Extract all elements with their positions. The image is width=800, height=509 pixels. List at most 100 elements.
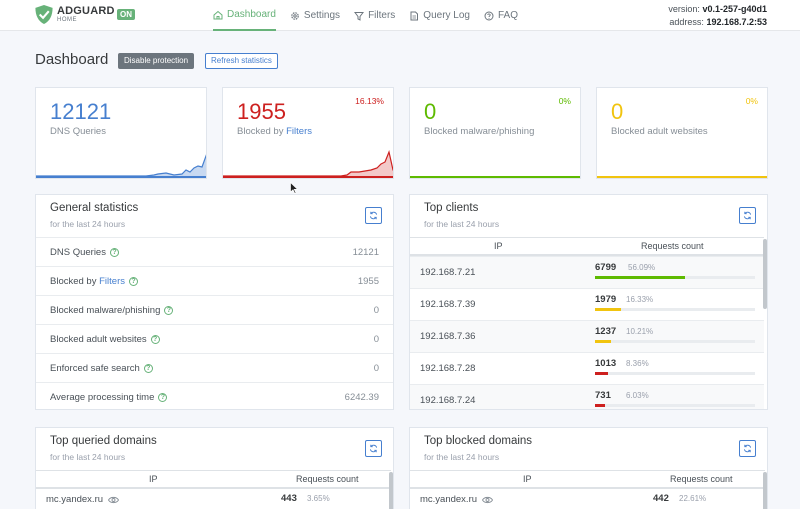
blocked-adult-card-border [597,176,767,178]
client-count: 1013 [595,358,617,369]
client-percent: 16.33% [626,295,654,304]
dns-queries-value: 12121 [50,99,112,124]
blocked-adult-label: Blocked adult websites [611,126,708,137]
disable-protection-button[interactable]: Disable protection [118,53,195,69]
table-row: 192.168.7.28 1013 8.36% [410,352,764,384]
nav-query-log-label: Query Log [423,10,470,21]
general-row-label: Blocked malware/phishing [50,304,161,316]
client-ip: 192.168.7.28 [420,363,476,374]
filter-icon [354,11,365,21]
general-row-value: 12121 [352,246,379,258]
eye-icon[interactable] [108,496,120,504]
refresh-icon [743,444,752,453]
address-value: 192.168.7.2:53 [706,17,767,27]
eye-icon[interactable] [482,496,494,504]
refresh-statistics-button[interactable]: Refresh statistics [205,53,278,69]
domain-text: mc.yandex.ru [46,494,104,505]
queried-refresh-button[interactable] [365,440,382,457]
dns-queries-label: DNS Queries [50,126,106,137]
blocked-malware-card-border [410,176,580,178]
col-ip-header[interactable]: IP [149,474,158,484]
domain-percent: 3.65% [307,494,330,503]
version-info: version: v0.1-257-g40d1 address: 192.168… [668,3,767,29]
dns-queries-sparkline [36,154,206,178]
client-ip: 192.168.7.39 [420,299,476,310]
general-row-label: Blocked by [50,275,97,287]
client-count: 6799 [595,262,617,273]
help-icon[interactable]: ? [109,247,119,257]
home-icon [213,10,223,19]
logo-name: ADGUARD [57,5,115,17]
client-progress-bar [595,340,755,343]
top-clients-subtitle: for the last 24 hours [424,219,500,229]
domain-name: mc.yandex.ru [46,494,120,505]
col-requests-header[interactable]: Requests count [641,241,704,251]
general-refresh-button[interactable] [365,207,382,224]
general-row-safe-search: Enforced safe search ? 0 [36,353,393,382]
nav-settings[interactable]: Settings [290,0,340,31]
clients-table-header: IP Requests count [410,237,764,256]
protection-status-badge: ON [117,9,135,20]
nav-query-log[interactable]: Query Log [409,0,470,31]
general-row-blocked-malware: Blocked malware/phishing ? 0 [36,295,393,324]
client-progress-fill [595,276,685,279]
queried-table-header: IP Requests count [36,470,391,489]
blocked-table-header: IP Requests count [410,470,765,489]
table-row: 192.168.7.21 6799 56.09% [410,256,764,288]
client-progress-bar [595,404,755,407]
general-row-value: 1955 [357,275,379,287]
help-icon[interactable]: ? [129,276,138,286]
help-icon[interactable]: ? [143,363,153,373]
blocked-malware-label: Blocked malware/phishing [424,126,535,137]
help-icon[interactable]: ? [158,392,168,402]
top-header: ADGUARD HOME ON Dashboard Settings Filte… [0,0,800,31]
client-progress-fill [595,404,605,407]
queried-scrollbar[interactable] [389,472,393,509]
col-requests-header[interactable]: Requests count [296,474,359,484]
logo-subtitle: HOME [57,17,77,23]
table-row: 192.168.7.39 1979 16.33% [410,288,764,320]
nav-dashboard[interactable]: Dashboard [213,0,276,31]
general-row-value: 0 [373,333,379,345]
general-row-label: Blocked adult websites [50,333,147,345]
general-row-filters-link[interactable]: Filters [99,276,125,287]
col-ip-header[interactable]: IP [523,474,532,484]
help-icon[interactable]: ? [150,334,160,344]
blocked-refresh-button[interactable] [739,440,756,457]
clients-refresh-button[interactable] [739,207,756,224]
client-count: 1237 [595,326,617,337]
domain-name: mc.yandex.ru [420,494,494,505]
general-row-label: Average processing time [50,391,155,403]
client-progress-bar [595,308,755,311]
general-statistics-subtitle: for the last 24 hours [50,219,126,229]
top-clients-title: Top clients [424,202,479,214]
clients-scrollbar[interactable] [763,239,767,309]
blocked-scrollbar[interactable] [763,472,767,509]
version-value: v0.1-257-g40d1 [702,4,767,14]
nav-faq[interactable]: FAQ [484,0,518,31]
help-icon[interactable]: ? [164,305,174,315]
general-row-label: DNS Queries [50,246,106,258]
client-percent: 10.21% [626,327,654,336]
domain-count: 442 [653,493,669,504]
blocked-adult-value: 0 [611,99,624,124]
adguard-logo[interactable]: ADGUARD HOME [34,4,115,25]
client-ip: 192.168.7.36 [420,331,476,342]
blocked-filters-sparkline [223,149,393,178]
blocked-filters-card-border [223,176,393,178]
client-progress-fill [595,372,609,375]
nav-faq-label: FAQ [498,10,519,21]
blocked-filters-label: Blocked by Filters [237,126,312,137]
refresh-icon [369,444,378,453]
general-row-dns-queries: DNS Queries ? 12121 [36,237,393,266]
col-requests-header[interactable]: Requests count [670,474,733,484]
nav-filters-label: Filters [368,10,396,21]
col-ip-header[interactable]: IP [494,241,503,251]
client-progress-fill [595,340,612,343]
general-row-value: 0 [373,304,379,316]
blocked-filters-link[interactable]: Filters [286,126,312,137]
nav-filters[interactable]: Filters [354,0,395,31]
client-percent: 6.03% [626,391,649,400]
client-ip: 192.168.7.24 [420,395,476,406]
table-row: mc.yandex.ru 443 3.65% [36,490,391,509]
